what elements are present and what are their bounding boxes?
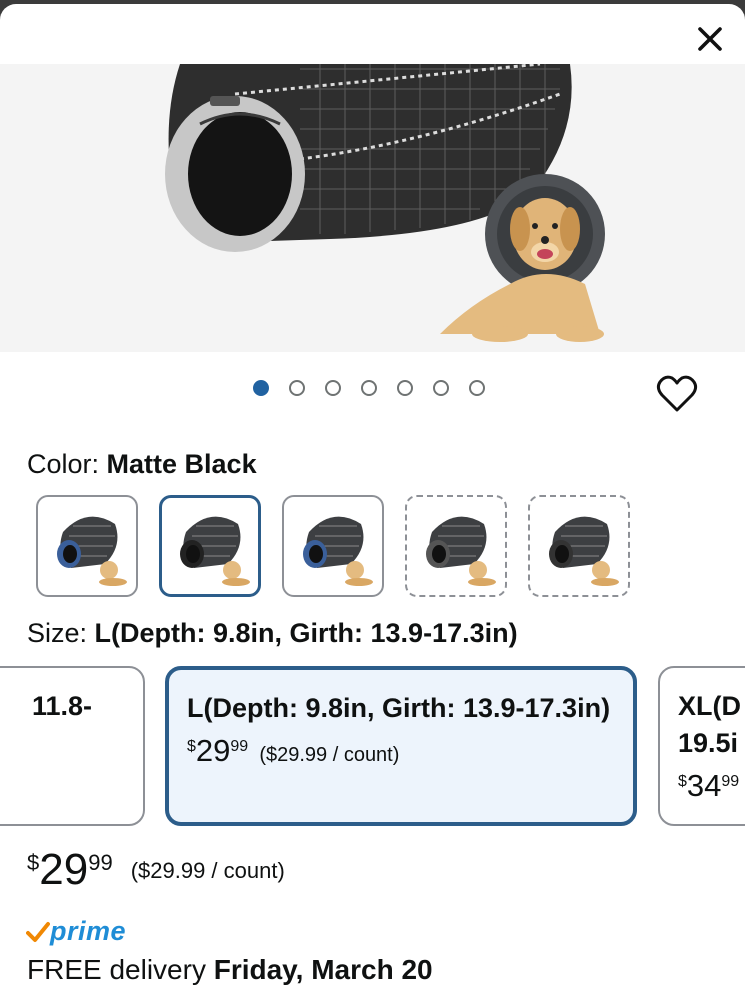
price-currency: $ xyxy=(678,773,687,790)
close-button[interactable] xyxy=(693,22,727,56)
size-option-name: XL(D 19.5i xyxy=(678,691,741,758)
gallery-dot[interactable] xyxy=(361,380,377,396)
favorite-button[interactable] xyxy=(656,374,698,414)
gallery-dot[interactable] xyxy=(433,380,449,396)
delivery-info: FREE delivery Friday, March 20 xyxy=(27,954,433,986)
product-price: $29 99 ($29.99 / count) xyxy=(27,846,285,894)
prime-label: prime xyxy=(50,916,127,946)
gallery-dot[interactable] xyxy=(325,380,341,396)
size-option-name: 11.8- xyxy=(32,691,93,721)
gallery-dot[interactable] xyxy=(253,380,269,396)
price-fraction: 99 xyxy=(721,773,740,790)
product-image[interactable] xyxy=(0,64,745,352)
unit-price: ($29.99 / count) xyxy=(130,858,285,883)
price-whole: 29 xyxy=(39,845,89,894)
price-currency: $ xyxy=(187,738,196,755)
prime-badge: prime xyxy=(26,916,126,947)
price-whole: 34 xyxy=(686,768,722,803)
gallery-dot[interactable] xyxy=(469,380,485,396)
color-selection-label: Color: Matte Black xyxy=(27,449,257,480)
color-swatch-blue-trim-variant[interactable] xyxy=(282,495,384,597)
size-selection-label: Size: L(Depth: 9.8in, Girth: 13.9-17.3in… xyxy=(27,618,518,649)
cone-thumbnail-icon xyxy=(303,516,373,586)
price-whole: 29 xyxy=(195,733,231,768)
color-swatch-dark-variant[interactable] xyxy=(528,495,630,597)
color-swatches xyxy=(36,495,630,597)
delivery-date: Friday, March 20 xyxy=(213,954,433,985)
dog-cone-collar-image xyxy=(0,64,745,352)
color-value: Matte Black xyxy=(106,449,257,479)
size-option-price: $3499 xyxy=(678,768,745,804)
size-option-l[interactable]: L(Depth: 9.8in, Girth: 13.9-17.3in) $299… xyxy=(165,666,637,826)
delivery-prefix: FREE delivery xyxy=(27,954,214,985)
prime-check-icon xyxy=(26,921,50,942)
gallery-pagination xyxy=(253,380,485,396)
gallery-dot[interactable] xyxy=(397,380,413,396)
size-option-name: L(Depth: 9.8in, Girth: 13.9-17.3in) xyxy=(187,693,611,723)
price-currency: $ xyxy=(27,850,40,875)
close-icon xyxy=(698,27,722,51)
price-fraction: 99 xyxy=(88,850,113,875)
size-option-xl[interactable]: XL(D 19.5i $3499 xyxy=(658,666,745,826)
heart-icon xyxy=(656,375,698,412)
unit-price: ($29.99 / count) xyxy=(259,744,400,766)
cone-thumbnail-icon xyxy=(180,516,250,586)
size-label: Size: xyxy=(27,618,95,648)
size-value: L(Depth: 9.8in, Girth: 13.9-17.3in) xyxy=(94,618,518,648)
size-option-m[interactable]: 11.8- xyxy=(0,666,145,826)
color-swatch-matte-black-variant[interactable] xyxy=(159,495,261,597)
cone-thumbnail-icon xyxy=(549,516,619,586)
color-swatch-blue-inner-variant[interactable] xyxy=(36,495,138,597)
cone-thumbnail-icon xyxy=(426,516,496,586)
product-bottom-sheet: Color: Matte Black Size: L(Depth: 9.8in,… xyxy=(0,4,745,1000)
size-option-price: $2999 ($29.99 / count) xyxy=(187,733,615,769)
color-label: Color: xyxy=(27,449,107,479)
color-swatch-gray-variant[interactable] xyxy=(405,495,507,597)
gallery-dot[interactable] xyxy=(289,380,305,396)
cone-thumbnail-icon xyxy=(57,516,127,586)
price-fraction: 99 xyxy=(230,738,249,755)
